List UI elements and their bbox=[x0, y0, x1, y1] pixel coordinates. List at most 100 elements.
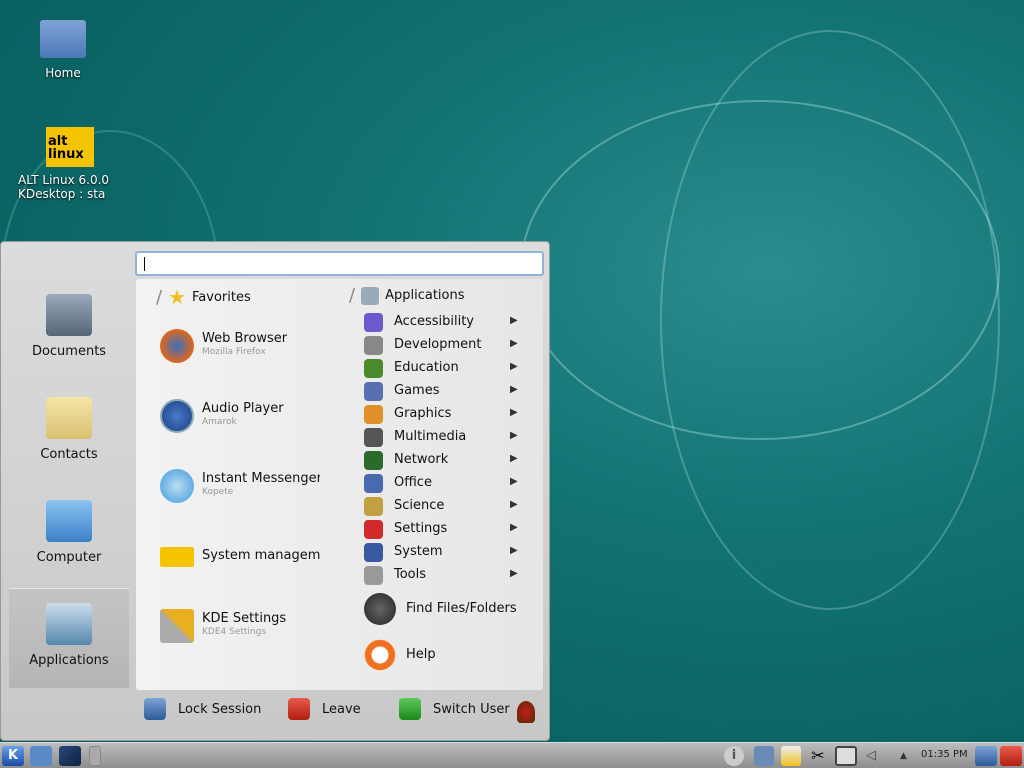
category-settings[interactable]: Settings ▶ bbox=[364, 518, 524, 540]
favorites-header: / ★ Favorites bbox=[156, 285, 251, 309]
category-label: Graphics bbox=[394, 406, 452, 421]
kde-launcher-button[interactable]: K bbox=[2, 746, 24, 766]
pager-icon[interactable] bbox=[89, 746, 101, 766]
category-development[interactable]: Development ▶ bbox=[364, 334, 524, 356]
category-games[interactable]: Games ▶ bbox=[364, 380, 524, 402]
favorite-kde-settings[interactable]: KDE Settings KDE4 Settings bbox=[160, 609, 320, 649]
altlinux-icon bbox=[160, 547, 194, 567]
desktop-icon-label: ALT Linux 6.0.0 bbox=[18, 173, 110, 187]
accessibility-icon bbox=[364, 313, 383, 332]
category-science[interactable]: Science ▶ bbox=[364, 495, 524, 517]
submenu-arrow-icon: ▶ bbox=[510, 430, 518, 441]
tools-icon bbox=[160, 609, 194, 643]
category-office[interactable]: Office ▶ bbox=[364, 472, 524, 494]
sidebar-item-label: Computer bbox=[36, 550, 102, 565]
desktop-icon-label: KDesktop : sta bbox=[18, 187, 106, 201]
lock-session-button[interactable]: Lock Session bbox=[144, 698, 261, 720]
category-tools[interactable]: Tools ▶ bbox=[364, 564, 524, 586]
favorite-web-browser[interactable]: Web Browser Mozilla Firefox bbox=[160, 329, 320, 369]
category-network[interactable]: Network ▶ bbox=[364, 449, 524, 471]
submenu-arrow-icon: ▶ bbox=[510, 499, 518, 510]
sidebar-item-documents[interactable]: Documents bbox=[9, 280, 129, 380]
category-label: Accessibility bbox=[394, 314, 474, 329]
volume-icon[interactable]: ◁ bbox=[864, 746, 878, 766]
favorite-title: Audio Player bbox=[202, 401, 284, 416]
help-label: Help bbox=[406, 647, 436, 662]
home-folder-icon[interactable] bbox=[30, 746, 52, 766]
education-icon bbox=[364, 359, 383, 378]
submenu-arrow-icon: ▶ bbox=[510, 315, 518, 326]
category-label: Games bbox=[394, 383, 440, 398]
category-label: Education bbox=[394, 360, 459, 375]
update-warning-icon[interactable] bbox=[781, 746, 801, 766]
submenu-arrow-icon: ▶ bbox=[510, 545, 518, 556]
clock[interactable]: 01:35 PM bbox=[921, 749, 968, 760]
switch-user-icon bbox=[399, 698, 421, 720]
applications-icon bbox=[361, 286, 380, 305]
category-graphics[interactable]: Graphics ▶ bbox=[364, 403, 524, 425]
lock-icon bbox=[144, 698, 166, 720]
laptop-icon bbox=[46, 500, 92, 542]
network-icon[interactable] bbox=[754, 746, 774, 766]
tools-icon bbox=[364, 566, 383, 585]
sidebar-item-contacts[interactable]: Contacts bbox=[9, 383, 129, 483]
network-icon bbox=[364, 451, 383, 470]
category-system[interactable]: System ▶ bbox=[364, 541, 524, 563]
lock-screen-button[interactable] bbox=[975, 746, 997, 766]
application-launcher-menu: Documents Contacts Computer Applications… bbox=[0, 241, 550, 741]
find-files-label: Find Files/Folders bbox=[406, 601, 517, 616]
wallpaper-swirl bbox=[660, 30, 1000, 610]
taskbar: K i ✂ ◁ ▲ 01:35 PM bbox=[0, 742, 1024, 768]
find-files-button[interactable]: Find Files/Folders bbox=[364, 593, 534, 629]
show-hidden-icons-arrow[interactable]: ▲ bbox=[900, 746, 914, 766]
launcher-content: / ★ Favorites / Applications Web Browser Moz… bbox=[136, 279, 543, 690]
search-input[interactable] bbox=[135, 251, 544, 276]
favorite-subtitle: KDE4 Settings bbox=[202, 627, 267, 637]
graphics-icon bbox=[364, 405, 383, 424]
applications-icon bbox=[46, 603, 92, 645]
amarok-icon bbox=[160, 399, 194, 433]
favorite-title: Web Browser bbox=[202, 331, 288, 346]
desktop-icon[interactable] bbox=[59, 746, 81, 766]
text-caret bbox=[144, 257, 145, 271]
favorite-audio-player[interactable]: Audio Player Amarok bbox=[160, 399, 320, 439]
category-label: System bbox=[394, 544, 443, 559]
submenu-arrow-icon: ▶ bbox=[510, 407, 518, 418]
lock-session-label: Lock Session bbox=[178, 701, 262, 717]
science-icon bbox=[364, 497, 383, 516]
display-icon[interactable] bbox=[835, 746, 857, 766]
submenu-arrow-icon: ▶ bbox=[510, 361, 518, 372]
info-icon[interactable]: i bbox=[724, 746, 744, 766]
lifebuoy-icon bbox=[364, 639, 396, 671]
category-label: Tools bbox=[394, 567, 427, 582]
scissors-icon[interactable]: ✂ bbox=[808, 746, 828, 766]
sidebar-item-computer[interactable]: Computer bbox=[9, 486, 129, 586]
favorite-system-management[interactable]: System management bbox=[160, 539, 320, 579]
sidebar-item-applications[interactable]: Applications bbox=[9, 588, 129, 688]
chalice-icon bbox=[517, 701, 535, 723]
category-multimedia[interactable]: Multimedia ▶ bbox=[364, 426, 524, 448]
star-icon: ★ bbox=[168, 285, 187, 309]
favorites-title: Favorites bbox=[192, 289, 251, 305]
power-icon bbox=[288, 698, 310, 720]
switch-user-label: Switch User bbox=[433, 701, 510, 717]
settings-icon bbox=[364, 520, 383, 539]
category-accessibility[interactable]: Accessibility ▶ bbox=[364, 311, 524, 333]
desktop-icon-home[interactable]: Home bbox=[8, 20, 118, 80]
submenu-arrow-icon: ▶ bbox=[510, 384, 518, 395]
sidebar-item-label: Applications bbox=[29, 653, 109, 668]
system-icon bbox=[364, 543, 383, 562]
leave-button[interactable]: Leave bbox=[288, 698, 361, 720]
category-education[interactable]: Education ▶ bbox=[364, 357, 524, 379]
favorite-subtitle: Amarok bbox=[202, 417, 237, 427]
folder-home-icon bbox=[40, 20, 86, 58]
favorite-instant-messenger[interactable]: Instant Messenger Kopete bbox=[160, 469, 320, 509]
switch-user-button[interactable]: Switch User bbox=[399, 698, 510, 720]
kopete-icon bbox=[160, 469, 194, 503]
office-icon bbox=[364, 474, 383, 493]
desktop-icon-altlinux[interactable]: alt linux ALT Linux 6.0.0 KDesktop : sta bbox=[8, 127, 118, 201]
shutdown-button[interactable] bbox=[1000, 746, 1022, 766]
submenu-arrow-icon: ▶ bbox=[510, 476, 518, 487]
favorite-title: System management bbox=[202, 548, 320, 563]
help-button[interactable]: Help bbox=[364, 639, 534, 675]
